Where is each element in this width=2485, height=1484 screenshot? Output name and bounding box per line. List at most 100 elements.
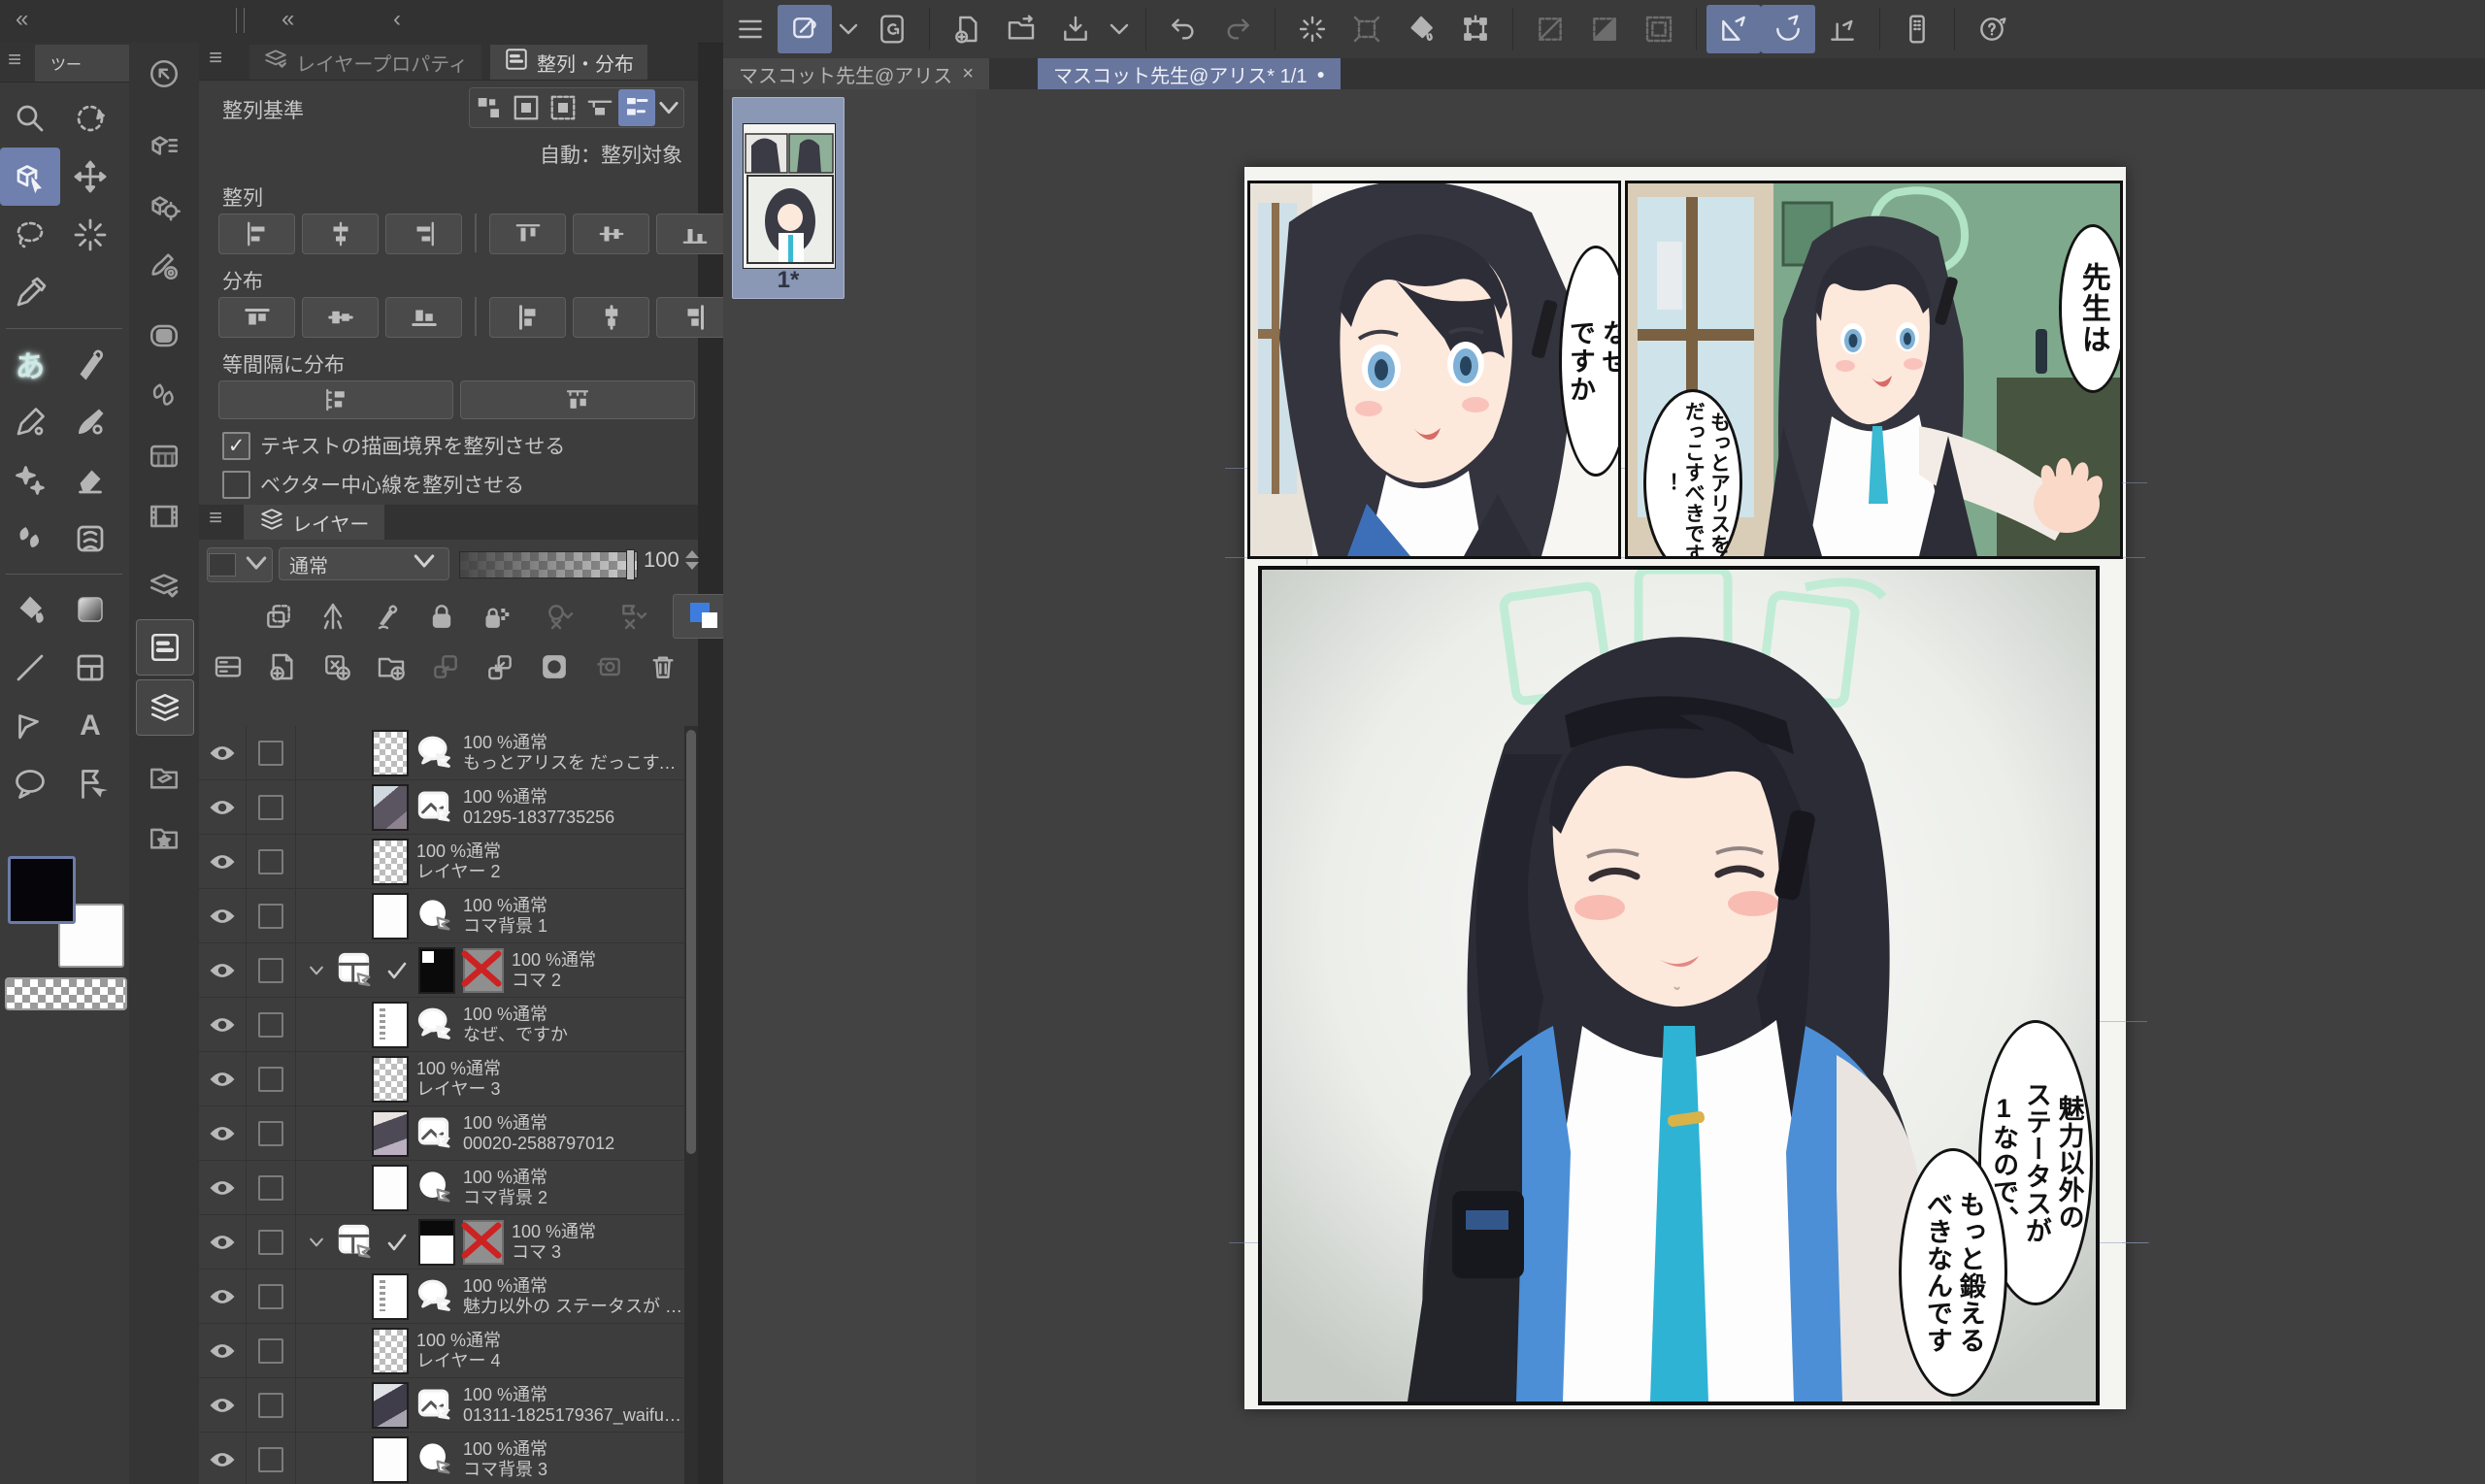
layer-row[interactable]: 100 %通常コマ 2 [199, 943, 684, 998]
frame-thumbnail[interactable] [418, 947, 455, 994]
panel-strip-timeline[interactable] [136, 489, 192, 544]
tool-blend[interactable] [0, 510, 60, 568]
layer-select-checkbox[interactable] [246, 835, 296, 888]
layer-name[interactable]: なぜ、ですか [463, 1025, 568, 1045]
layer-select-checkbox[interactable] [246, 1433, 296, 1484]
dist-top-button[interactable] [218, 297, 295, 338]
scrollbar-thumb[interactable] [686, 730, 696, 1154]
checkbox-unchecked-icon[interactable] [222, 471, 250, 499]
toolbar-fill-button[interactable] [1394, 5, 1448, 53]
layer-name[interactable]: 00020-2588797012 [463, 1134, 614, 1154]
document-tab-pages[interactable]: マスコット先生@アリス × [723, 58, 989, 89]
equal-horizontal-button[interactable] [460, 380, 695, 419]
layer-visibility-toggle[interactable] [199, 1228, 246, 1257]
layer-name[interactable]: レイヤー 2 [416, 862, 501, 882]
layer-thumbnail[interactable] [372, 839, 409, 885]
layer-thumbnail[interactable] [372, 1273, 409, 1320]
frame-enabled-check-icon[interactable] [383, 1231, 411, 1254]
panel-strip-color-set[interactable] [136, 429, 192, 483]
tool-rotate[interactable] [60, 89, 120, 148]
tool-balloon[interactable] [0, 755, 60, 813]
toolbar-chevron-down-button[interactable] [1103, 5, 1136, 53]
tool-frame-border[interactable] [60, 639, 120, 697]
blend-mode-dropdown[interactable]: 通常 [279, 547, 449, 580]
panel-strip-material[interactable] [136, 749, 192, 804]
layer-name[interactable]: コマ背景 2 [463, 1188, 547, 1208]
layer-row[interactable]: 100 %通常コマ背景 2 [199, 1161, 684, 1215]
tool-wand[interactable] [60, 206, 120, 264]
collapse-panel-icon[interactable]: « [282, 6, 294, 33]
main-color-swatch[interactable] [8, 856, 76, 924]
layer-row[interactable]: 100 %通常レイヤー 3 [199, 1052, 684, 1106]
layer-select-checkbox[interactable] [246, 1106, 296, 1160]
back-arrow-icon[interactable]: ‹ [393, 6, 401, 33]
layer-row[interactable]: 100 %通常レイヤー 4 [199, 1324, 684, 1378]
checkbox-checked-icon[interactable]: ✓ [222, 432, 250, 460]
toolbar-transform-button[interactable] [1448, 5, 1503, 53]
tool-pencil[interactable] [0, 393, 60, 451]
layer-visibility-toggle[interactable] [199, 793, 246, 822]
layer-row[interactable]: 100 %通常魅力以外の ステータスが 1なので、 [199, 1270, 684, 1324]
basis-basis-selection-button[interactable] [545, 89, 581, 126]
toolbar-menu-button[interactable] [723, 5, 778, 53]
layer-thumbnail[interactable] [372, 893, 409, 940]
folder-expand-chevron-icon[interactable] [304, 961, 329, 980]
layer-transfer-down-button[interactable] [420, 646, 471, 687]
layer-trash-button[interactable] [638, 646, 688, 687]
dist-left-button[interactable] [489, 297, 566, 338]
tool-dropper[interactable] [0, 264, 60, 322]
layer-visibility-toggle[interactable] [199, 847, 246, 876]
opacity-slider[interactable] [459, 551, 638, 578]
panel-strip-subtool-detail[interactable] [136, 118, 192, 173]
layer-layer-mask-button[interactable] [529, 646, 580, 687]
toolbar-help-button[interactable] [1965, 5, 2019, 53]
layer-combo-ruler-off-dropdown[interactable] [525, 596, 595, 637]
layer-name[interactable]: 魅力以外の ステータスが 1なので、 [463, 1297, 684, 1317]
layer-thumbnail[interactable] [372, 730, 409, 776]
layer-name[interactable]: 01311-1825179367_waifu2x_art_noise2 [463, 1405, 684, 1426]
tool-object[interactable] [0, 148, 60, 206]
layer-name[interactable]: コマ背景 3 [463, 1460, 547, 1480]
dist-right-button[interactable] [656, 297, 733, 338]
toolbar-clear-selection-button[interactable] [1340, 5, 1394, 53]
layer-thumbnail[interactable] [372, 1002, 409, 1048]
layer-name[interactable]: もっとアリスを だっこすべきです！ [463, 753, 684, 774]
frame-mask-disabled-icon[interactable] [463, 948, 504, 993]
canvas-view[interactable]: なぜ、 ですか [976, 89, 2485, 1484]
layer-lock-alpha-button[interactable] [471, 596, 521, 637]
tab-layers[interactable]: レイヤー [244, 505, 384, 540]
layer-select-checkbox[interactable] [246, 1270, 296, 1323]
align-bottom-button[interactable] [656, 214, 733, 254]
layer-thumbnail[interactable] [372, 1436, 409, 1483]
toolbar-undo-button[interactable] [1156, 5, 1210, 53]
toolbar-invert-selection-button[interactable] [1577, 5, 1632, 53]
close-tab-icon[interactable]: × [962, 63, 974, 85]
layer-visibility-toggle[interactable] [199, 1173, 246, 1203]
toolbar-select-border-button[interactable] [1632, 5, 1686, 53]
layer-visibility-toggle[interactable] [199, 956, 246, 985]
layer-thumbnail[interactable] [372, 1110, 409, 1157]
layer-visibility-toggle[interactable] [199, 1445, 246, 1474]
dist-hcenter-button[interactable] [573, 297, 649, 338]
toolbar-redo-button[interactable] [1210, 5, 1265, 53]
frame-thumbnail[interactable] [418, 1219, 455, 1266]
layer-name[interactable]: レイヤー 4 [416, 1351, 501, 1371]
panel-strip-brush-settings[interactable] [136, 239, 192, 293]
panel-strip-align-distribute[interactable] [136, 619, 194, 676]
toolbar-glove-button[interactable] [778, 5, 832, 53]
tool-fill-bucket[interactable] [0, 580, 60, 639]
align-top-button[interactable] [489, 214, 566, 254]
opacity-stepper[interactable] [685, 550, 699, 570]
page-card-selected[interactable]: 1* [732, 97, 845, 299]
layer-select-checkbox[interactable] [246, 1378, 296, 1432]
layer-list-button[interactable] [203, 646, 253, 687]
layer-thumbnail[interactable] [372, 1382, 409, 1429]
panel-strip-quick-access[interactable] [136, 47, 192, 101]
layer-name[interactable]: コマ 2 [512, 971, 596, 991]
toolbar-deselect-button[interactable] [1523, 5, 1577, 53]
toolbar-snap-grid-button[interactable] [1815, 5, 1870, 53]
basis-basis-object-button[interactable] [618, 89, 655, 126]
layer-visibility-toggle[interactable] [199, 739, 246, 768]
tool-liquify[interactable] [60, 510, 120, 568]
tool-operation[interactable] [60, 755, 120, 813]
